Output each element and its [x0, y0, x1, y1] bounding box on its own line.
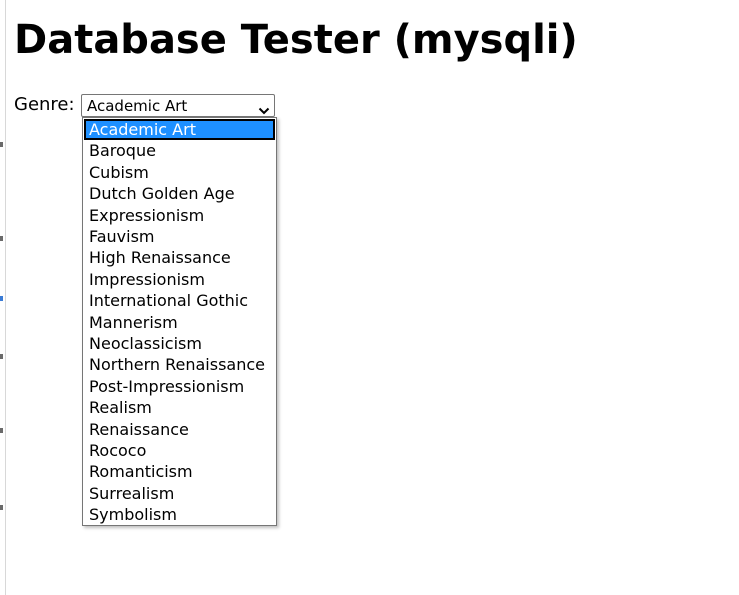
genre-option[interactable]: Northern Renaissance — [84, 354, 275, 375]
genre-option[interactable]: Realism — [84, 397, 275, 418]
genre-option[interactable]: Surrealism — [84, 483, 275, 504]
genre-option[interactable]: Expressionism — [84, 205, 275, 226]
genre-option[interactable]: Romanticism — [84, 461, 275, 482]
genre-option[interactable]: Post-Impressionism — [84, 376, 275, 397]
genre-option[interactable]: International Gothic — [84, 290, 275, 311]
genre-option[interactable]: Neoclassicism — [84, 333, 275, 354]
genre-option[interactable]: Impressionism — [84, 269, 275, 290]
genre-option[interactable]: Mannerism — [84, 312, 275, 333]
genre-option[interactable]: Dutch Golden Age — [84, 183, 275, 204]
genre-option[interactable]: Renaissance — [84, 419, 275, 440]
genre-option[interactable]: Fauvism — [84, 226, 275, 247]
genre-option[interactable]: Symbolism — [84, 504, 275, 525]
genre-select[interactable]: Academic Art — [81, 94, 275, 117]
genre-label: Genre: — [14, 94, 75, 115]
chevron-down-icon — [258, 101, 270, 115]
page-title: Database Tester (mysqli) — [14, 17, 578, 63]
genre-select-value: Academic Art — [87, 97, 188, 115]
genre-option[interactable]: High Renaissance — [84, 247, 275, 268]
genre-option[interactable]: Baroque — [84, 140, 275, 161]
window-left-edge — [0, 0, 6, 595]
genre-option[interactable]: Cubism — [84, 162, 275, 183]
genre-dropdown-list[interactable]: Academic Art Baroque Cubism Dutch Golden Ag… — [82, 117, 277, 526]
genre-option[interactable]: Academic Art — [84, 119, 275, 140]
genre-option[interactable]: Rococo — [84, 440, 275, 461]
